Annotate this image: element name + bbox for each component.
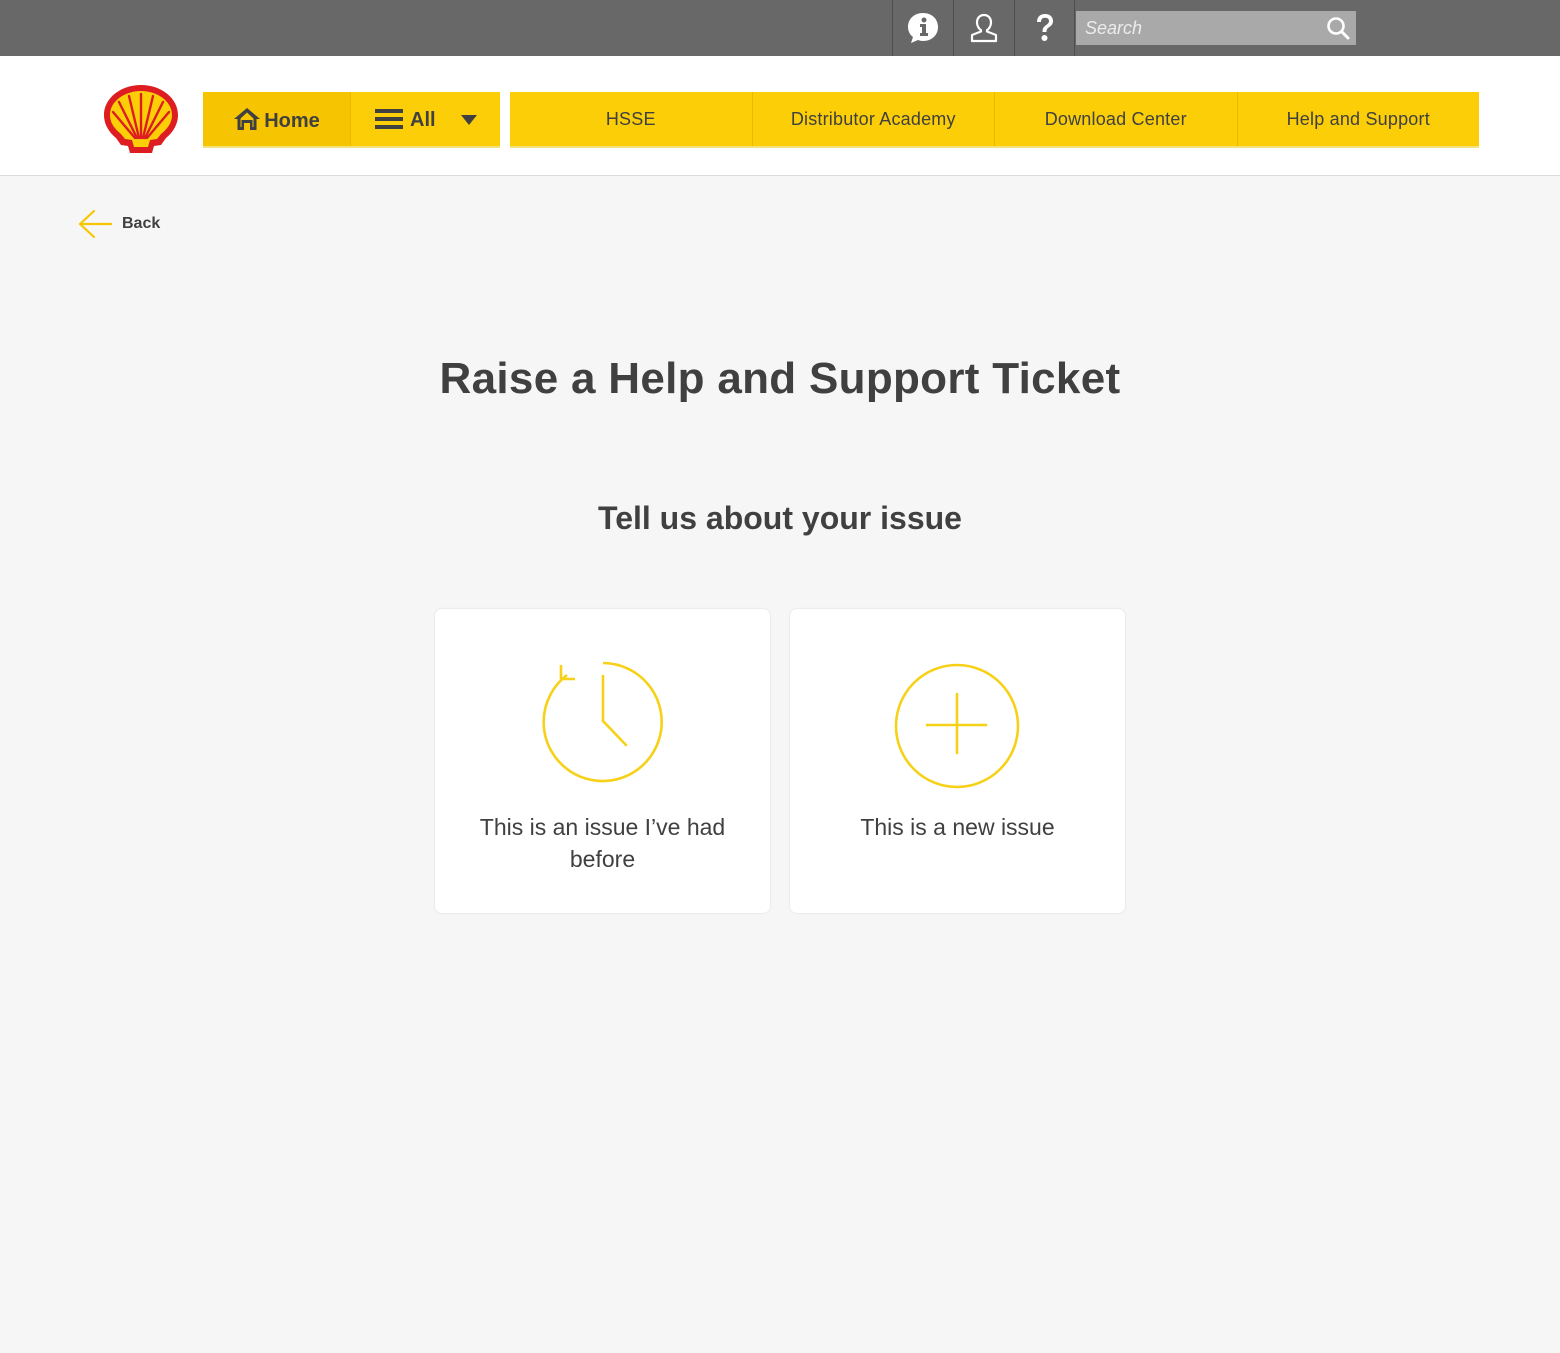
nav-all-label: All	[410, 108, 436, 131]
account-button[interactable]	[953, 0, 1014, 56]
nav-home-label: Home	[264, 109, 320, 132]
nav-item-hsse[interactable]: HSSE	[510, 92, 752, 146]
home-icon	[234, 108, 261, 130]
caret-down-icon	[461, 115, 477, 125]
search-input[interactable]	[1076, 11, 1316, 45]
search-button[interactable]	[1324, 14, 1352, 42]
site-header: Home All HSSE Distributor Academy Downlo…	[0, 56, 1560, 176]
nav-item-distributor-academy[interactable]: Distributor Academy	[751, 92, 995, 146]
option-card-new-issue[interactable]: This is a new issue	[790, 609, 1125, 913]
nav-all-dropdown[interactable]: All	[351, 92, 500, 146]
info-button[interactable]	[892, 0, 953, 56]
menu-icon	[375, 109, 403, 129]
search-icon	[1327, 17, 1350, 40]
help-icon	[1036, 14, 1053, 41]
nav-item-download-center[interactable]: Download Center	[994, 92, 1237, 146]
search-box	[1076, 11, 1356, 45]
page-subtitle: Tell us about your issue	[598, 500, 962, 536]
help-button[interactable]	[1014, 0, 1075, 56]
arrow-left-icon	[78, 209, 112, 239]
option-label: This is an issue I’ve had before	[479, 814, 726, 872]
nav-item-help-and-support[interactable]: Help and Support	[1236, 92, 1480, 146]
page-title: Raise a Help and Support Ticket	[439, 354, 1121, 403]
option-label: This is a new issue	[860, 814, 1055, 840]
utility-bar	[0, 0, 1560, 56]
option-card-previous-issue[interactable]: This is an issue I’ve had before	[435, 609, 770, 913]
nav-home[interactable]: Home	[203, 92, 351, 146]
section-nav: HSSE Distributor Academy Download Center…	[510, 92, 1479, 148]
back-link[interactable]: Back	[78, 208, 160, 240]
history-clock-icon	[542, 661, 663, 783]
primary-nav: Home All	[203, 92, 500, 148]
user-icon	[970, 13, 998, 43]
shell-logo[interactable]	[101, 82, 181, 156]
back-label: Back	[122, 215, 161, 232]
info-icon	[908, 13, 938, 43]
plus-circle-icon	[894, 663, 1020, 789]
